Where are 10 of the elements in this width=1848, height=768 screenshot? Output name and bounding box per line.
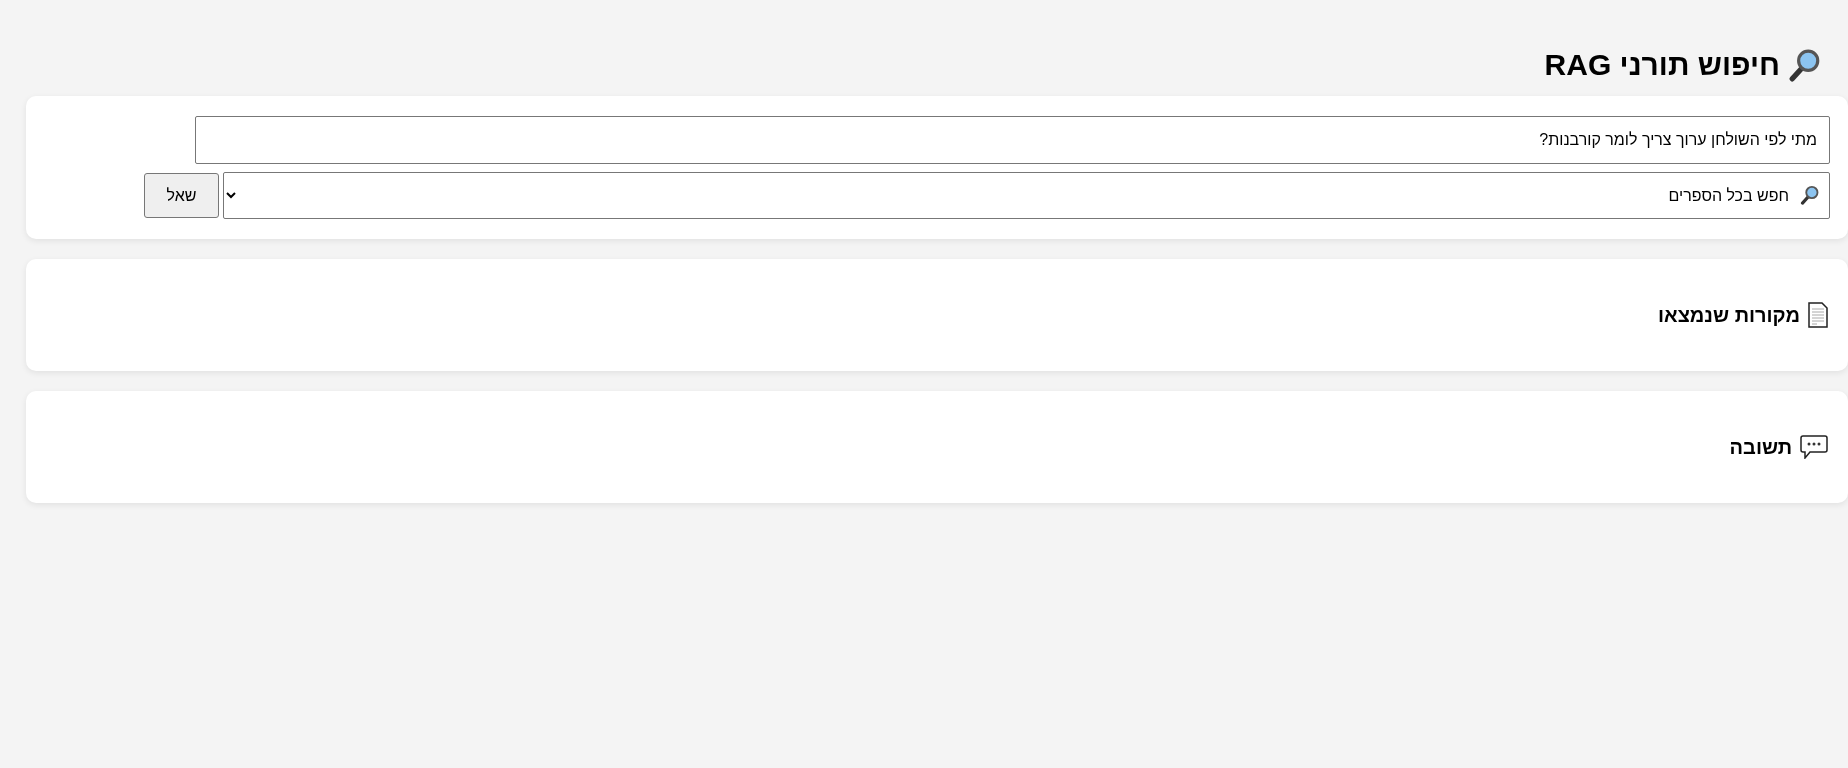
- document-icon: [1808, 302, 1828, 328]
- magnifier-icon: [1800, 185, 1820, 205]
- page-title: חיפוש תורני RAG: [1544, 47, 1780, 83]
- ask-button[interactable]: שאל: [144, 173, 219, 218]
- speech-bubble-icon: [1800, 435, 1828, 459]
- question-field[interactable]: מתי לפי השולחן ערוך צריך לומר קורבנות?: [195, 116, 1830, 164]
- section-title: מקורות שנמצאו: [1658, 303, 1800, 327]
- section-title: תשובה: [1729, 435, 1792, 459]
- book-scope-dropdown[interactable]: חפש בכל הספרים: [223, 172, 1830, 219]
- magnifier-icon: [1788, 48, 1822, 82]
